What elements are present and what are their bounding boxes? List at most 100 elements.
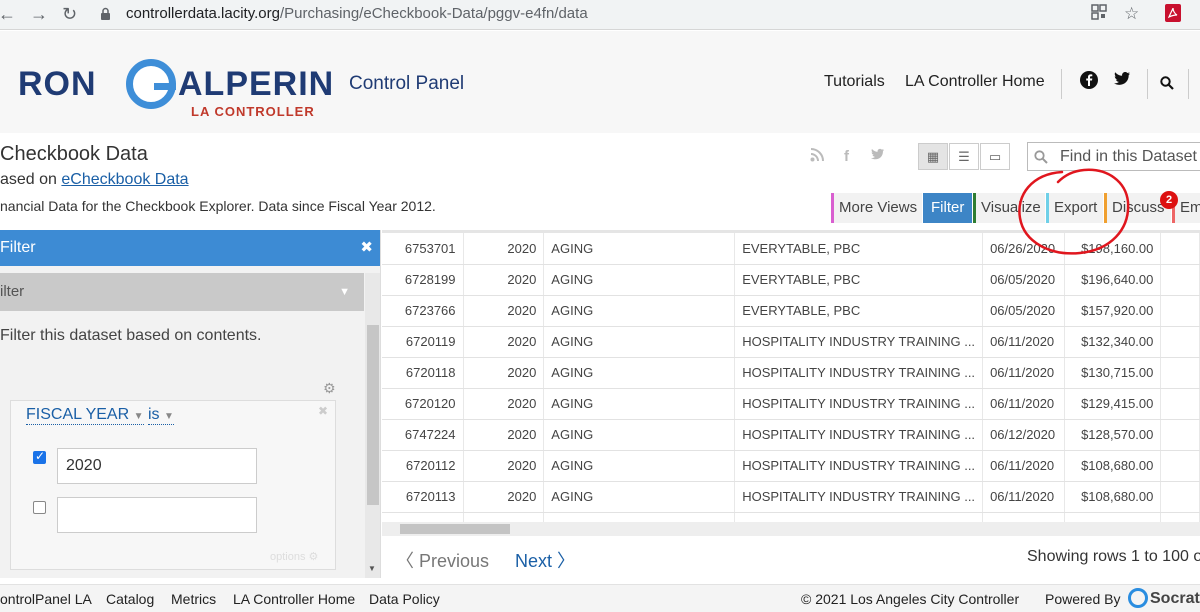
rss-icon[interactable] [810,148,824,166]
table-cell: AGING [543,388,736,420]
twitter-icon[interactable] [1113,71,1131,92]
facebook-icon[interactable] [1080,71,1098,94]
value-checkbox[interactable] [33,501,46,514]
logo-g-mark-icon[interactable] [126,59,176,109]
table-cell: 06/05/2020 [982,264,1065,296]
twitter-share-icon[interactable] [870,148,885,165]
table-row[interactable]: 6723766 2020 AGING EVERYTABLE, PBC 06/05/202… [382,295,1200,327]
table-row[interactable]: 6720120 2020 AGING HOSPITALITY INDUSTRY TRA… [382,388,1200,420]
table-cell: 6720113 [382,481,464,513]
table-cell-empty [1160,512,1200,522]
table-cell: 6720114 [382,512,464,522]
table-cell: 06/11/2020 [982,326,1065,358]
socrata-logo-icon[interactable] [1128,588,1148,608]
table-cell: AGING [543,481,736,513]
table-row[interactable]: 67201142020AGINGHOSPITALITY INDUSTRY TRA… [382,512,1200,522]
options-label[interactable]: options ⚙ [270,550,318,563]
condition-column-label: FISCAL YEAR [26,406,130,423]
pdf-extension-icon[interactable] [1165,4,1181,27]
table-cell-empty [1160,295,1200,327]
table-cell: HOSPITALITY INDUSTRY TRAINING ... [734,326,984,358]
table-cell: AGING [543,357,736,389]
condition-operator-label: is [148,406,160,423]
nav-la-controller-home-link[interactable]: LA Controller Home [905,73,1045,91]
table-row[interactable]: 6720118 2020 AGING HOSPITALITY INDUSTRY TRA… [382,357,1200,389]
table-cell: 2020 [463,419,545,451]
table-cell: 2020 [463,233,545,265]
tab-label: More Views [839,199,918,216]
footer-link-metrics[interactable]: Metrics [171,591,216,607]
condition-operator-select[interactable]: is ▼ [148,406,174,425]
page-view-icon[interactable]: ▭ [980,143,1010,170]
table-row[interactable]: 6747224 2020 AGING HOSPITALITY INDUSTRY TRA… [382,419,1200,451]
table-cell-empty [1160,481,1200,513]
table-cell: $196,640.00 [1064,264,1162,296]
gear-icon[interactable]: ⚙ [323,380,336,397]
url-path: /Purchasing/eCheckbook-Data/pggv-e4fn/da… [279,5,588,22]
logo-text-right[interactable]: ALPERIN [178,65,334,104]
filter-section-toggle[interactable]: ilter ▼ [0,273,364,311]
table-row[interactable]: 6720119 2020 AGING HOSPITALITY INDUSTRY TRA… [382,326,1200,358]
table-cell: 06/11/2020 [982,388,1065,420]
table-cell: $129,415.00 [1064,388,1162,420]
table-cell: $128,570.00 [1064,419,1162,451]
bookmark-star-icon[interactable]: ☆ [1124,4,1139,24]
tab-more-views[interactable]: More Views [831,193,922,223]
next-page-button[interactable]: Next 〉 [515,547,575,573]
table-row[interactable]: 6720113 2020 AGING HOSPITALITY INDUSTRY TRA… [382,481,1200,513]
scroll-down-arrow-icon[interactable]: ▼ [368,564,376,573]
discuss-count-badge: 2 [1160,191,1178,209]
filter-scrollbar-thumb[interactable] [367,325,379,505]
table-cell: 2020 [463,512,545,522]
footer-link-catalog[interactable]: Catalog [106,591,154,607]
data-table: 6753701 2020 AGING EVERYTABLE, PBC 06/26/202… [382,233,1200,522]
logo-text-left[interactable]: RON [18,65,97,104]
browser-toolbar: ← → ↻ controllerdata.lacity.org/Purchasi… [0,0,1200,30]
table-row[interactable]: 6728199 2020 AGING EVERYTABLE, PBC 06/05/202… [382,264,1200,296]
condition-column-select[interactable]: FISCAL YEAR ▼ [26,406,144,425]
close-icon[interactable]: ✖ [360,230,373,266]
table-cell-empty [1160,233,1200,265]
value-checkbox-checked[interactable] [33,449,46,464]
facebook-share-icon[interactable]: f [844,148,849,165]
caret-down-icon: ▼ [339,286,350,298]
table-scrollbar-thumb[interactable] [400,524,510,534]
table-cell-empty [1160,450,1200,482]
table-cell: AGING [543,295,736,327]
red-circle-annotation [1018,168,1130,255]
table-view-icon[interactable]: ▦ [918,143,948,170]
search-icon[interactable] [1160,75,1174,95]
table-cell-empty [1160,419,1200,451]
tab-filter[interactable]: Filter [923,193,972,223]
forward-arrow-icon[interactable]: → [30,4,48,25]
list-view-icon[interactable]: ☰ [949,143,979,170]
socrata-logo-text[interactable]: Socrata [1150,590,1200,608]
dataset-title: Checkbook Data [0,143,148,165]
address-bar[interactable]: controllerdata.lacity.org/Purchasing/eCh… [96,1,1166,27]
footer-link-la-controller-home[interactable]: LA Controller Home [233,591,355,607]
dataset-description: nancial Data for the Checkbook Explorer.… [0,198,436,214]
table-cell: HOSPITALITY INDUSTRY TRAINING ... [734,388,984,420]
table-row[interactable]: 6720112 2020 AGING HOSPITALITY INDUSTRY TRA… [382,450,1200,482]
footer-copyright: © 2021 Los Angeles City Controller [801,591,1020,607]
footer-link-controlpanel[interactable]: ontrolPanel LA [0,591,92,607]
nav-tutorials-link[interactable]: Tutorials [824,73,885,91]
table-cell: 6753701 [382,233,464,265]
filter-panel-title: Filter [0,239,36,256]
filter-panel-header: Filter ✖ [0,230,380,266]
table-cell: $130,715.00 [1064,357,1162,389]
table-cell: $132,340.00 [1064,326,1162,358]
reload-icon[interactable]: ↻ [62,4,77,25]
filter-value-input-empty[interactable] [57,497,257,533]
table-cell: 06/05/2020 [982,295,1065,327]
qr-code-icon[interactable] [1091,4,1107,25]
back-arrow-icon[interactable]: ← [0,4,16,25]
previous-page-button[interactable]: 〈 Previous [396,547,489,573]
remove-condition-icon[interactable]: ✖ [318,404,328,418]
next-label: Next [515,551,553,571]
filter-value-input[interactable] [57,448,257,484]
footer-link-data-policy[interactable]: Data Policy [369,591,440,607]
control-panel-title[interactable]: Control Panel [349,73,464,95]
based-on-link[interactable]: eCheckbook Data [61,171,188,188]
table-cell: $108,680.00 [1064,481,1162,513]
